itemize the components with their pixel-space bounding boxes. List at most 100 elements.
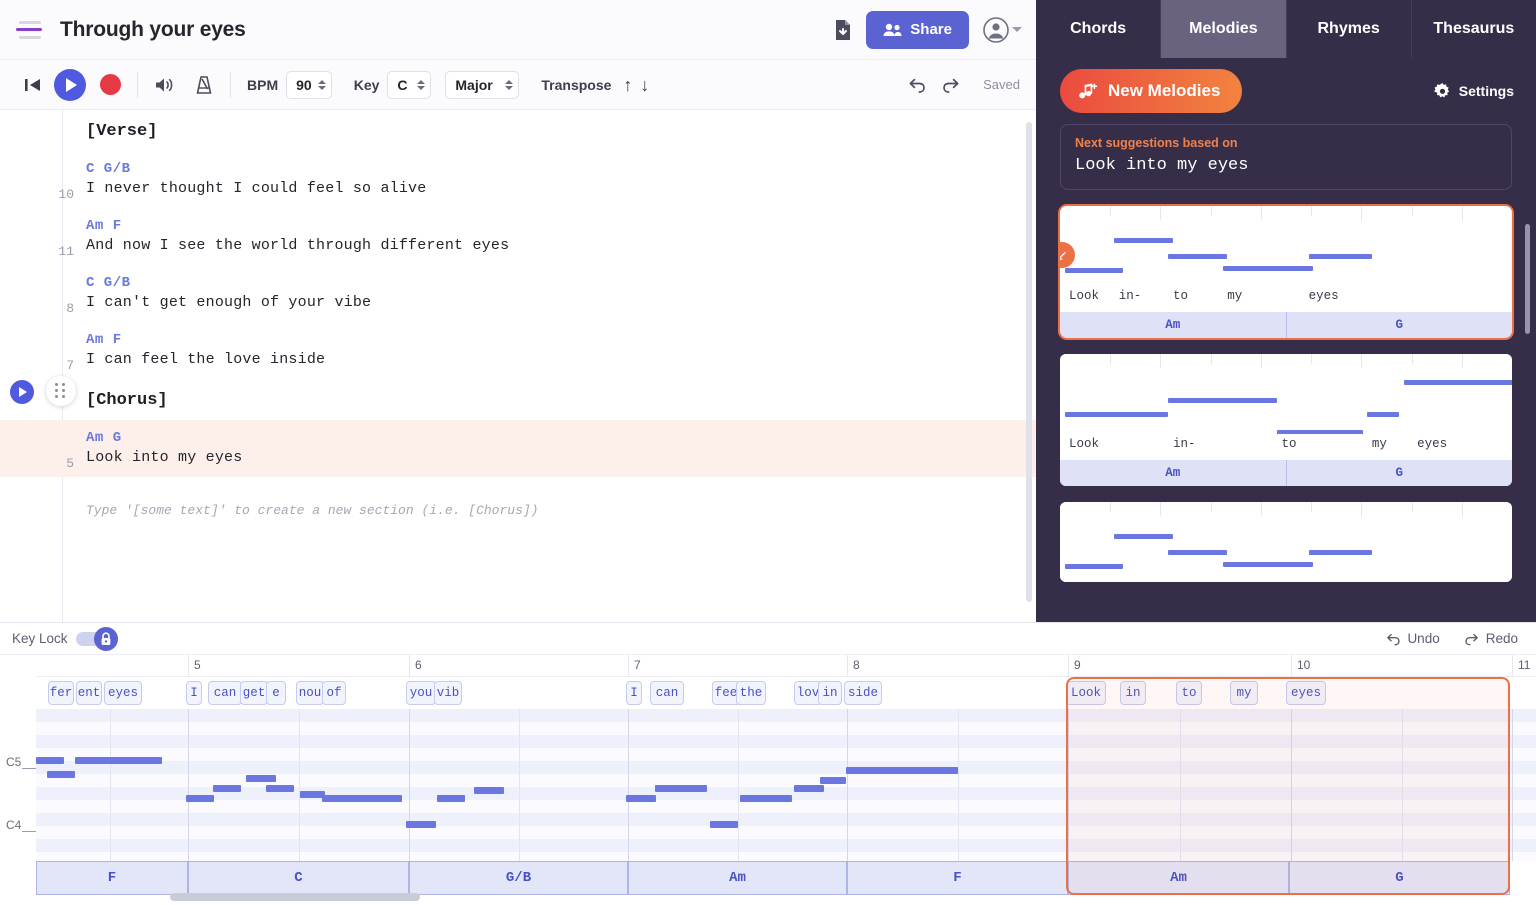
melody-card[interactable] bbox=[1060, 502, 1512, 582]
piano-roll-note[interactable] bbox=[266, 785, 294, 792]
skip-to-start-icon[interactable] bbox=[20, 77, 46, 93]
key-stepper[interactable]: C bbox=[387, 70, 432, 99]
piano-roll-note[interactable] bbox=[406, 821, 436, 828]
lyric-chip[interactable]: nou bbox=[296, 681, 324, 705]
lyric-line[interactable]: Am F 11 And now I see the world through di… bbox=[0, 208, 1036, 265]
lyric-line[interactable]: C G/B 8 I can't get enough of your vibe bbox=[0, 265, 1036, 322]
settings-button[interactable]: Settings bbox=[1433, 82, 1514, 100]
arrow-down-icon[interactable]: ↓ bbox=[636, 76, 653, 94]
lyric-chip[interactable]: the bbox=[736, 681, 766, 705]
chord-line[interactable]: Am G bbox=[86, 420, 1036, 446]
lyric-chip[interactable]: ent bbox=[76, 681, 102, 705]
piano-roll-note[interactable] bbox=[655, 785, 707, 792]
horizontal-scrollbar[interactable] bbox=[0, 893, 1536, 901]
piano-roll-canvas[interactable]: C5 C4 5 6 7 8 9 10 11 fer ent eyes I Ican get e nou of… bbox=[0, 655, 1536, 905]
tab-melodies[interactable]: Melodies bbox=[1161, 0, 1287, 58]
melody-card[interactable]: Look in-to my eyes Am G bbox=[1060, 354, 1512, 486]
chord-line[interactable]: C G/B bbox=[86, 265, 1036, 291]
piano-roll-note[interactable] bbox=[820, 777, 846, 784]
piano-roll-note[interactable] bbox=[110, 757, 162, 764]
piano-roll-note[interactable] bbox=[846, 767, 958, 774]
bpm-spinner[interactable] bbox=[317, 79, 326, 90]
play-button[interactable] bbox=[54, 68, 86, 101]
piano-undo-button[interactable]: Undo bbox=[1385, 631, 1440, 646]
metronome-icon[interactable] bbox=[194, 75, 214, 95]
lyric-chip[interactable]: my bbox=[1230, 681, 1258, 705]
share-button[interactable]: Share bbox=[866, 10, 969, 49]
lyric-chip[interactable]: in bbox=[1120, 681, 1146, 705]
lyric-chip[interactable]: I bbox=[186, 681, 202, 705]
tab-rhymes[interactable]: Rhymes bbox=[1287, 0, 1412, 58]
lyric-text[interactable]: Look into my eyes bbox=[86, 446, 1036, 477]
lyric-text[interactable]: I can feel the love inside bbox=[86, 348, 1036, 379]
section-heading[interactable]: [Chorus] bbox=[0, 379, 1036, 420]
lyric-line[interactable]: C G/B 10 I never thought I could feel so a… bbox=[0, 151, 1036, 208]
toggle-track[interactable] bbox=[75, 626, 118, 651]
scrollbar-thumb[interactable] bbox=[170, 893, 420, 901]
lyric-chip[interactable]: Look bbox=[1066, 681, 1106, 705]
chord-block[interactable]: C bbox=[188, 861, 409, 895]
lyric-text[interactable]: And now I see the world through differen… bbox=[86, 234, 1036, 265]
lyric-chip[interactable]: can bbox=[208, 681, 242, 705]
chord-block[interactable]: G/B bbox=[409, 861, 628, 895]
chord-lane[interactable]: F C G/B Am F Am G bbox=[36, 861, 1536, 895]
lyric-chip-lane[interactable]: fer ent eyes I Ican get e nou of you vib can fee the l… bbox=[36, 677, 1536, 709]
lyric-chip[interactable]: eyes bbox=[104, 681, 142, 705]
lyric-chip[interactable]: e bbox=[266, 681, 286, 705]
chord-block[interactable]: G bbox=[1289, 861, 1510, 895]
lyric-text[interactable]: I never thought I could feel so alive bbox=[86, 177, 1036, 208]
piano-roll-note[interactable] bbox=[626, 795, 656, 802]
lyric-chip[interactable]: I bbox=[626, 681, 642, 705]
chord-block[interactable]: F bbox=[36, 861, 188, 895]
melody-card[interactable]: ↙ Look in-to my eyes Am G bbox=[1058, 204, 1514, 340]
lyric-chip[interactable]: in bbox=[818, 681, 842, 705]
lyrics-editor[interactable]: [Verse] C G/B 10 I never thought I could fe… bbox=[0, 110, 1036, 622]
tab-thesaurus[interactable]: Thesaurus bbox=[1412, 0, 1536, 58]
piano-roll-note[interactable] bbox=[740, 795, 792, 802]
lyric-chip[interactable]: can bbox=[650, 681, 684, 705]
account-menu[interactable] bbox=[983, 16, 1022, 43]
section-heading[interactable]: [Verse] bbox=[0, 110, 1036, 151]
drag-handle-icon[interactable] bbox=[46, 376, 76, 406]
download-file-icon[interactable] bbox=[826, 13, 860, 47]
key-lock-toggle[interactable]: Key Lock bbox=[12, 626, 118, 651]
mode-stepper[interactable]: Major bbox=[445, 70, 520, 99]
lyric-chip[interactable]: fer bbox=[48, 681, 74, 705]
chord-line[interactable]: C G/B bbox=[86, 151, 1036, 177]
chord-block[interactable]: Am bbox=[1068, 861, 1289, 895]
piano-roll-note[interactable] bbox=[213, 785, 241, 792]
chord-line[interactable]: Am F bbox=[86, 322, 1036, 348]
piano-roll-note[interactable] bbox=[710, 821, 738, 828]
panel-scrollbar[interactable] bbox=[1525, 224, 1530, 334]
line-play-button[interactable] bbox=[10, 380, 34, 404]
chord-block[interactable]: Am bbox=[628, 861, 847, 895]
piano-roll-note[interactable] bbox=[322, 795, 402, 802]
editor-scrollbar[interactable] bbox=[1026, 122, 1032, 602]
hamburger-icon[interactable] bbox=[16, 20, 46, 39]
piano-roll-note[interactable] bbox=[437, 795, 465, 802]
lyric-line[interactable]: Am F 7 I can feel the love inside bbox=[0, 322, 1036, 379]
lyric-chip[interactable]: get bbox=[240, 681, 268, 705]
new-melodies-button[interactable]: New Melodies bbox=[1060, 69, 1243, 113]
piano-roll-note[interactable] bbox=[47, 771, 75, 778]
lyric-chip[interactable]: eyes bbox=[1286, 681, 1326, 705]
lyric-chip[interactable]: vib bbox=[434, 681, 462, 705]
lyric-chip[interactable]: of bbox=[322, 681, 346, 705]
record-button[interactable] bbox=[100, 74, 121, 95]
piano-roll-note[interactable] bbox=[474, 787, 504, 794]
volume-icon[interactable] bbox=[154, 76, 176, 94]
chord-block[interactable]: F bbox=[847, 861, 1068, 895]
lyric-line[interactable]: Am G 5 Look into my eyes bbox=[0, 420, 1036, 477]
piano-roll-note[interactable] bbox=[36, 757, 64, 764]
piano-redo-button[interactable]: Redo bbox=[1464, 631, 1518, 646]
undo-icon[interactable] bbox=[907, 76, 927, 94]
note-grid[interactable] bbox=[36, 709, 1536, 861]
tab-chords[interactable]: Chords bbox=[1036, 0, 1162, 58]
redo-icon[interactable] bbox=[941, 76, 961, 94]
lyric-chip[interactable]: to bbox=[1176, 681, 1202, 705]
piano-roll-note[interactable] bbox=[186, 795, 214, 802]
piano-roll-note[interactable] bbox=[794, 785, 824, 792]
chord-line[interactable]: Am F bbox=[86, 208, 1036, 234]
key-spinner[interactable] bbox=[417, 79, 426, 90]
bpm-stepper[interactable]: 90 bbox=[286, 70, 332, 99]
